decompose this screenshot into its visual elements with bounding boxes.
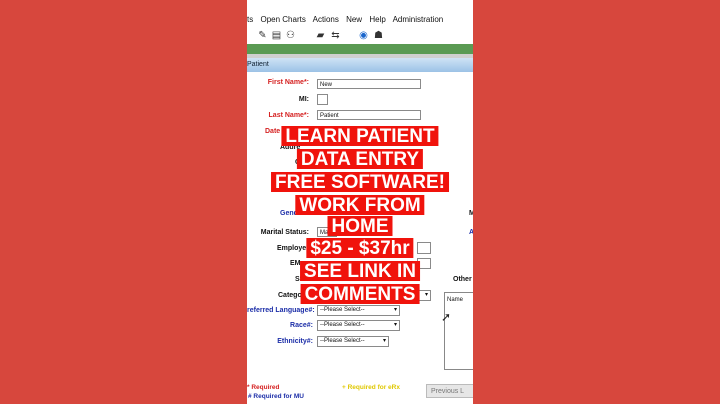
overlay-line-4: WORK FROM <box>295 195 425 215</box>
overlay-line-1: LEARN PATIENT <box>281 126 439 146</box>
overlay-line-6: $25 - $37hr <box>306 238 414 258</box>
overlay-line-3: FREE SOFTWARE! <box>271 172 449 192</box>
promo-overlay: LEARN PATIENT DATA ENTRY FREE SOFTWARE! … <box>0 0 720 404</box>
overlay-line-7: SEE LINK IN <box>300 261 420 281</box>
overlay-line-2: DATA ENTRY <box>296 149 424 169</box>
overlay-line-8: COMMENTS <box>300 284 420 304</box>
overlay-line-5: HOME <box>327 216 393 236</box>
